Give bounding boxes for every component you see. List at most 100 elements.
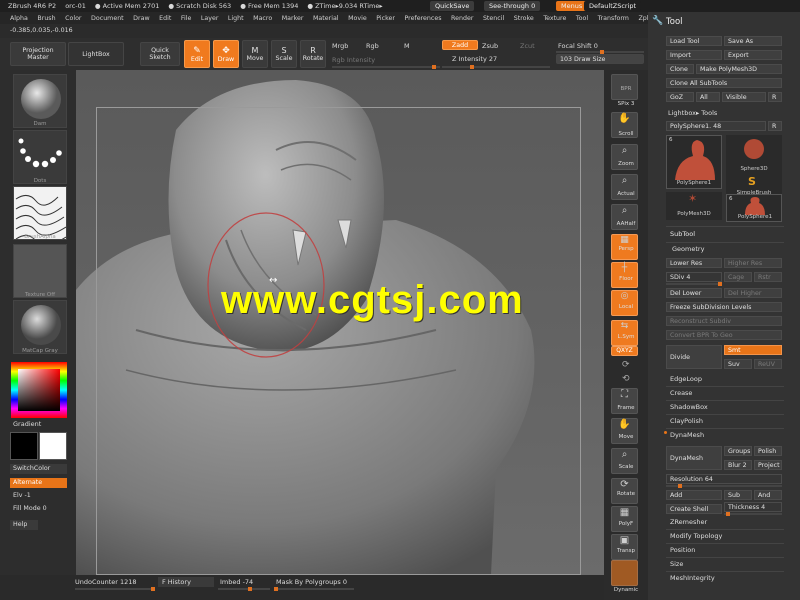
mask-by-polygroups-slider[interactable]: Mask By Polygroups 0 [276,578,347,586]
rgb-intensity-slider[interactable]: Rgb Intensity [332,56,375,64]
elv-slider[interactable]: Elv -1 [10,491,67,501]
mrgb-button[interactable]: Mrgb [332,42,348,50]
secondary-color-swatch[interactable] [10,432,38,460]
current-tool-slider[interactable]: PolySphere1. 48 [666,121,766,131]
z-intensity-track[interactable] [442,65,550,69]
draw-button[interactable]: ✥ Draw [213,40,239,68]
menu-item[interactable]: Stroke [514,15,534,22]
all-button[interactable]: All [696,92,720,102]
edit-button[interactable]: ✎ Edit [184,40,210,68]
tool-panel-title[interactable]: Tool [666,17,683,27]
projection-master-button[interactable]: Projection Master [10,42,66,66]
zcut-button[interactable]: Zcut [520,42,535,50]
tool-thumb-polysphere-bust[interactable]: 6 PolySphere1 [666,135,722,189]
move-button[interactable]: M Move [242,40,268,68]
menu-item[interactable]: Draw [133,15,149,22]
xyz-button[interactable]: QXYZ [611,346,638,356]
imbed-track[interactable] [218,587,270,591]
shadowbox-section[interactable]: ShadowBox [670,403,708,411]
import-button[interactable]: Import [666,50,722,60]
imbed-slider[interactable]: Imbed -74 [220,578,253,586]
position-section[interactable]: Position [670,546,695,554]
rgb-button[interactable]: Rgb [366,42,379,50]
sdiv-track[interactable] [666,282,722,286]
subtool-section[interactable]: SubTool [670,230,695,238]
menu-item[interactable]: Picker [376,15,395,22]
menu-item[interactable]: Texture [543,15,566,22]
rotate-z-icon[interactable]: ⟲ [622,374,630,384]
thickness-slider[interactable]: Thickness 4 [724,502,782,512]
draw-size-slider[interactable]: 103 Draw Size [556,54,644,64]
save-as-button[interactable]: Save As [724,36,782,46]
focal-shift-slider[interactable]: Focal Shift 0 [558,42,598,50]
tool-r-button[interactable]: R [768,121,782,131]
menu-item[interactable]: Render [451,15,473,22]
add-button[interactable]: Add [666,490,722,500]
suv-toggle[interactable]: Suv [724,359,752,369]
reconstruct-subdiv-button[interactable]: Reconstruct Subdiv [666,316,782,326]
color-picker[interactable] [11,362,67,418]
tool-thumb-polymesh3d[interactable]: ✶ PolyMesh3D [666,192,722,220]
export-button[interactable]: Export [724,50,782,60]
goz-r-button[interactable]: R [768,92,782,102]
move-view-button[interactable]: ✋ [611,418,638,444]
undo-counter[interactable]: UndoCounter 1218 [75,578,137,586]
floor-button[interactable]: ┼ [611,262,638,288]
sdiv-slider[interactable]: SDiv 4 [666,272,722,282]
menu-item[interactable]: Movie [348,15,367,22]
geometry-section[interactable]: Geometry [672,245,704,253]
zsub-button[interactable]: Zsub [482,42,498,50]
tool-thumb-polysphere[interactable]: 6 PolySphere1 [726,194,782,222]
sub-button[interactable]: Sub [724,490,752,500]
visible-button[interactable]: Visible [722,92,766,102]
clone-button[interactable]: Clone [666,64,694,74]
quick-sketch-button[interactable]: Quick Sketch [140,42,180,66]
higher-res-button[interactable]: Higher Res [724,258,782,268]
polish-toggle[interactable]: Polish [754,446,782,456]
reuv-button[interactable]: ReUV [754,359,782,369]
menu-item[interactable]: Document [91,15,124,22]
menu-item[interactable]: Alpha [10,15,28,22]
del-lower-button[interactable]: Del Lower [666,288,722,298]
tool-thumb-sphere3d[interactable]: Sphere3D [726,135,782,175]
convert-bpr-button[interactable]: Convert BPR To Geo [666,330,782,340]
texture-thumbnail[interactable] [13,244,67,298]
divide-button[interactable]: Divide [666,345,722,369]
make-polymesh-button[interactable]: Make PolyMesh3D [696,64,782,74]
claypolish-section[interactable]: ClayPolish [670,417,703,425]
primary-color-swatch[interactable] [39,432,67,460]
canvas-viewport[interactable]: www.cgtsj.com ↔ [76,70,604,575]
quicksave-button[interactable]: QuickSave [430,1,475,11]
default-zscript-button[interactable]: DefaultZScript [584,1,642,11]
lightbox-button[interactable]: LightBox [68,42,124,66]
menu-item[interactable]: Brush [37,15,55,22]
menu-item[interactable]: Transform [598,15,629,22]
smt-toggle[interactable]: Smt [724,345,782,355]
menus-button[interactable]: Menus [556,1,588,11]
polyf-button[interactable]: ▦ [611,506,638,532]
modify-topology-section[interactable]: Modify Topology [670,532,722,540]
load-tool-button[interactable]: Load Tool [666,36,722,46]
size-section[interactable]: Size [670,560,683,568]
rgb-intensity-track[interactable] [332,65,440,69]
switch-color-button[interactable]: SwitchColor [10,464,67,474]
material-thumbnail[interactable] [13,300,67,354]
menu-item[interactable]: Stencil [483,15,504,22]
m-button[interactable]: M [404,42,410,50]
thickness-track[interactable] [724,512,782,516]
alpha-thumbnail[interactable] [13,186,67,240]
menu-item[interactable]: Layer [201,15,219,22]
blur-slider[interactable]: Blur 2 [724,460,752,470]
menu-item[interactable]: Light [228,15,244,22]
z-intensity-slider[interactable]: Z Intensity 27 [452,55,497,63]
local-button[interactable]: ◎ [611,290,638,316]
rstr-button[interactable]: Rstr [754,272,782,282]
scale-button[interactable]: S Scale [271,40,297,68]
menu-item[interactable]: File [181,15,192,22]
zadd-button[interactable]: Zadd [442,40,478,50]
rotate-button[interactable]: R Rotate [300,40,326,68]
spix-slider[interactable]: SPix 3 [606,101,646,107]
menu-item[interactable]: Marker [282,15,304,22]
see-through-slider[interactable]: See-through 0 [484,1,541,11]
alternate-button[interactable]: Alternate [10,478,67,488]
